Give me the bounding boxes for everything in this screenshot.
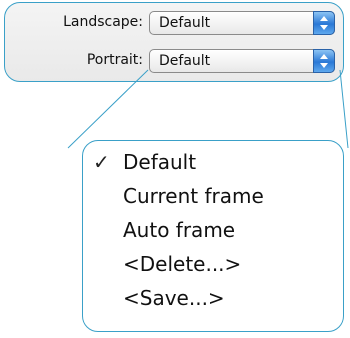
portrait-popup[interactable]: Default: [149, 49, 335, 73]
frame-preferences-panel: Landscape: Default Portrait: Default: [4, 2, 344, 82]
menu-item-label: Auto frame: [123, 218, 236, 242]
menu-item-label: <Delete...>: [123, 252, 242, 276]
menu-item-label: <Save...>: [123, 286, 225, 310]
menu-item-auto-frame[interactable]: Auto frame: [83, 213, 343, 247]
up-down-arrows-icon: [313, 11, 335, 35]
landscape-popup-value: Default: [159, 15, 211, 31]
landscape-row: Landscape: Default: [5, 11, 345, 37]
landscape-popup[interactable]: Default: [149, 11, 335, 35]
menu-item-default[interactable]: ✓ Default: [83, 145, 343, 179]
menu-item-list: ✓ Default Current frame Auto frame <Delete..…: [83, 145, 343, 315]
menu-item-label: Default: [123, 150, 197, 174]
portrait-popup-value: Default: [159, 53, 211, 69]
portrait-row: Portrait: Default: [5, 49, 345, 75]
menu-item-label: Current frame: [123, 184, 264, 208]
menu-item-current-frame[interactable]: Current frame: [83, 179, 343, 213]
portrait-popup-menu: ✓ Default Current frame Auto frame <Delete..…: [82, 140, 344, 332]
landscape-label: Landscape:: [63, 14, 143, 30]
menu-item-delete[interactable]: <Delete...>: [83, 247, 343, 281]
up-down-arrows-icon: [313, 49, 335, 73]
portrait-label: Portrait:: [86, 52, 143, 68]
checkmark-icon: ✓: [93, 150, 110, 174]
menu-item-save[interactable]: <Save...>: [83, 281, 343, 315]
screenshot-stage: Landscape: Default Portrait: Default ✓ D…: [0, 0, 350, 338]
